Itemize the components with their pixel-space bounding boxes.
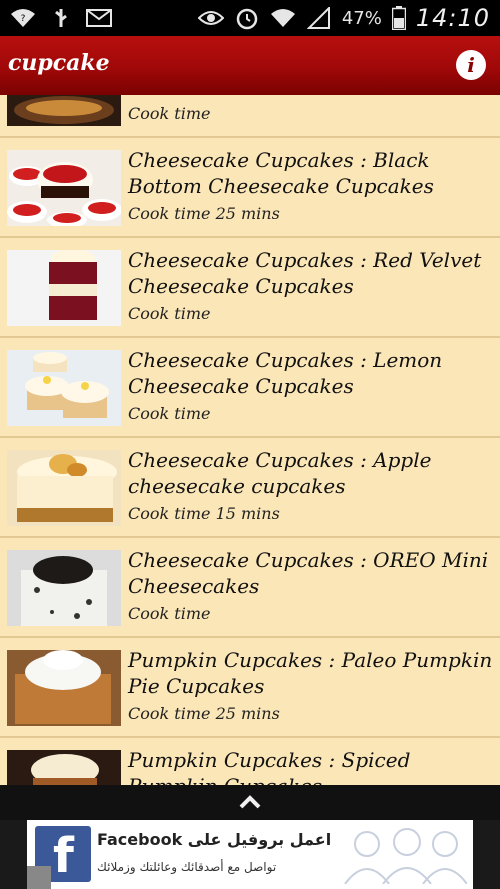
recipe-cook-time: Cook time [128, 104, 211, 123]
recipe-cook-time: Cook time 25 mins [128, 204, 280, 223]
status-bar: ? 47% 14:10 [0, 0, 500, 36]
recipe-title: Cheesecake Cupcakes : Lemon Cheesecake C… [128, 348, 443, 398]
battery-percent: 47% [341, 7, 382, 29]
app-bar: cupcake i [0, 36, 500, 95]
recipe-thumbnail-icon [7, 750, 121, 785]
cell-signal-icon [306, 6, 332, 30]
recipe-thumbnail-icon [7, 250, 121, 326]
svg-text:?: ? [21, 14, 26, 24]
recipe-thumbnail-icon [7, 450, 121, 526]
email-icon [86, 6, 112, 30]
recipe-cook-time: Cook time 25 mins [128, 704, 280, 723]
people-icon [337, 824, 468, 885]
list-item[interactable]: Cheesecake Cupcakes : Black Bottom Chees… [0, 138, 500, 238]
ad-title: اعمل بروفيل على Facebook [97, 830, 332, 849]
ad-subtitle: تواصل مع أصدقائك وعائلتك وزملائك [97, 860, 277, 874]
list-item[interactable]: Cheesecake Cupcakes : Lemon Cheesecake C… [0, 338, 500, 438]
clock: 14:10 [415, 4, 490, 32]
recipe-cook-time: Cook time 15 mins [128, 504, 280, 523]
recipe-title: Pumpkin Cupcakes : Paleo Pumpkin Pie Cup… [128, 648, 493, 698]
recipe-title: Cheesecake Cupcakes : OREO Mini Cheeseca… [128, 548, 489, 598]
facebook-ad[interactable]: f اعمل بروفيل على Facebook تواصل مع أصدق… [27, 820, 473, 889]
recipe-thumbnail-icon [7, 550, 121, 626]
bottom-bar [0, 785, 500, 820]
wifi-signal-icon [270, 6, 296, 30]
recipe-thumbnail-icon [7, 350, 121, 426]
eye-icon [197, 6, 224, 30]
wifi-icon: ? [10, 6, 36, 30]
list-item[interactable]: Cheesecake Cupcakes : Red Velvet Cheesec… [0, 238, 500, 338]
recipe-cook-time: Cook time [128, 604, 211, 623]
recipe-title: Cheesecake Cupcakes : Apple cheesecake c… [128, 448, 432, 498]
recipe-list[interactable]: Cook time Cheesecake Cupcakes : Black Bo… [0, 95, 500, 785]
chevron-up-icon[interactable] [238, 793, 262, 815]
recipe-title: Pumpkin Cupcakes : Spiced Pumpkin Cupcak… [128, 748, 411, 785]
recipe-thumbnail-icon [7, 650, 121, 726]
info-icon: i [467, 53, 475, 77]
list-item[interactable]: Pumpkin Cupcakes : Spiced Pumpkin Cupcak… [0, 738, 500, 785]
list-item[interactable]: Cheesecake Cupcakes : OREO Mini Cheeseca… [0, 538, 500, 638]
usb-icon [48, 6, 74, 30]
recipe-thumbnail-icon [7, 150, 121, 226]
list-item[interactable]: Cook time [0, 95, 500, 138]
recipe-thumbnail-icon [7, 95, 121, 126]
recipe-title: Cheesecake Cupcakes : Red Velvet Cheesec… [128, 248, 482, 298]
app-title: cupcake [8, 50, 110, 76]
ad-choices-icon[interactable] [27, 866, 51, 889]
battery-icon [391, 6, 406, 30]
recipe-title: Cheesecake Cupcakes : Black Bottom Chees… [128, 148, 434, 198]
recipe-cook-time: Cook time [128, 404, 211, 423]
list-item[interactable]: Cheesecake Cupcakes : Apple cheesecake c… [0, 438, 500, 538]
ad-banner: f اعمل بروفيل على Facebook تواصل مع أصدق… [0, 820, 500, 889]
recipe-cook-time: Cook time [128, 304, 211, 323]
list-item[interactable]: Pumpkin Cupcakes : Paleo Pumpkin Pie Cup… [0, 638, 500, 738]
info-button[interactable]: i [456, 50, 486, 80]
alarm-icon [234, 6, 260, 30]
